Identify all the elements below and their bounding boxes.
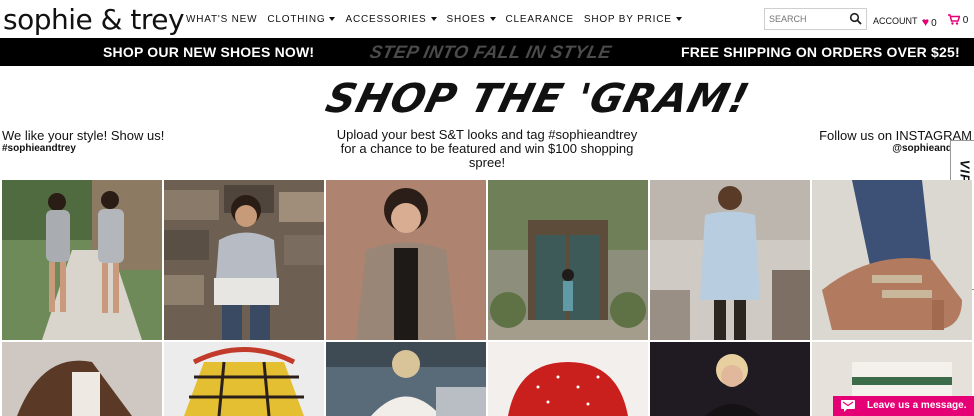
instagram-photo[interactable] — [164, 180, 324, 340]
nav-label: ACCESSORIES — [345, 14, 427, 25]
site-logo[interactable]: sophie & trey — [3, 3, 185, 36]
nav-item-shoes[interactable]: SHOES — [447, 14, 496, 25]
nav-item-shop-by-price[interactable]: SHOP BY PRICE — [584, 14, 682, 25]
promo-free-shipping[interactable]: FREE SHIPPING ON ORDERS OVER $25! — [681, 44, 960, 60]
main-nav: WHAT'S NEW CLOTHING ACCESSORIES SHOES CL… — [186, 14, 692, 25]
nav-label: WHAT'S NEW — [186, 14, 258, 25]
cart-link[interactable]: 0 — [948, 14, 968, 26]
instagram-photo[interactable] — [326, 342, 486, 416]
nav-label: SHOES — [446, 14, 486, 25]
promo-shoes-link[interactable]: SHOP OUR NEW SHOES NOW! — [103, 44, 314, 60]
search-input[interactable] — [769, 12, 849, 26]
wishlist-link[interactable]: ♥ 0 — [922, 15, 937, 29]
instagram-photo[interactable] — [812, 180, 972, 340]
nav-label: CLOTHING — [267, 14, 326, 25]
nav-item-clothing[interactable]: CLOTHING — [267, 14, 336, 25]
wishlist-count: 0 — [931, 18, 937, 29]
section-title: SHOP THE 'GRAM! — [321, 76, 755, 122]
search-icon[interactable] — [849, 12, 863, 26]
nav-label: CLEARANCE — [505, 14, 574, 25]
chat-widget[interactable]: Leave us a message. — [833, 396, 974, 416]
instagram-photo[interactable] — [488, 342, 648, 416]
instagram-handle[interactable]: @sophieand — [892, 143, 952, 154]
promo-tagline: STEP INTO FALL IN STYLE — [367, 42, 614, 62]
caret-down-icon — [675, 17, 682, 22]
cart-count: 0 — [962, 15, 969, 26]
account-label: ACCOUNT — [873, 16, 918, 26]
instagram-grid — [0, 180, 974, 416]
instagram-photo[interactable] — [488, 180, 648, 340]
caret-down-icon — [489, 17, 496, 22]
instagram-photo[interactable] — [2, 342, 162, 416]
site-header: sophie & trey WHAT'S NEW CLOTHING ACCESS… — [0, 0, 974, 38]
heart-icon: ♥ — [922, 15, 930, 29]
instagram-photo[interactable] — [164, 342, 324, 416]
account-menu[interactable]: ACCOUNT — [873, 16, 928, 26]
cart-icon — [948, 14, 960, 25]
hashtag-label: #sophieandtrey — [2, 143, 76, 154]
caret-down-icon — [329, 17, 336, 22]
instagram-photo[interactable] — [326, 180, 486, 340]
search-box — [764, 8, 867, 30]
caret-down-icon — [430, 17, 437, 22]
promo-bar: SHOP OUR NEW SHOES NOW! STEP INTO FALL I… — [0, 38, 974, 66]
nav-label: SHOP BY PRICE — [583, 14, 672, 25]
chat-bubble-icon — [841, 400, 855, 412]
share-prompt: We like your style! Show us! — [2, 128, 165, 143]
instagram-photo[interactable] — [2, 180, 162, 340]
chat-label: Leave us a message. — [867, 400, 967, 411]
instagram-photo[interactable] — [650, 180, 810, 340]
nav-item-whats-new[interactable]: WHAT'S NEW — [186, 14, 257, 25]
instagram-photo[interactable] — [650, 342, 810, 416]
nav-item-clearance[interactable]: CLEARANCE — [506, 14, 574, 25]
nav-item-accessories[interactable]: ACCESSORIES — [345, 14, 437, 25]
contest-description: Upload your best S&T looks and tag #soph… — [336, 127, 638, 170]
